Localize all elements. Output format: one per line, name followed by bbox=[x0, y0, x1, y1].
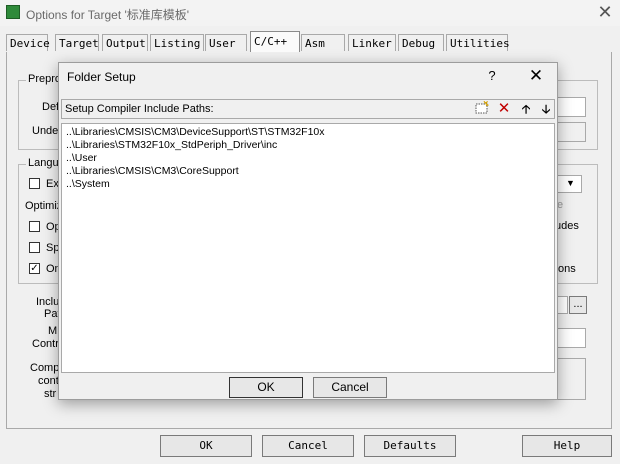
include-label-1: Inclu bbox=[36, 296, 60, 308]
right-partial-2: udes bbox=[555, 220, 579, 232]
tab-target[interactable]: Target bbox=[55, 34, 99, 51]
new-folder-icon[interactable] bbox=[472, 100, 492, 117]
dialog-cancel-button[interactable]: Cancel bbox=[313, 377, 387, 398]
tab-linker[interactable]: Linker bbox=[348, 34, 396, 51]
chevron-down-icon[interactable]: ▼ bbox=[566, 178, 575, 188]
define-field[interactable] bbox=[556, 97, 586, 117]
exec-label: Ex bbox=[46, 178, 59, 190]
folder-setup-dialog: Folder Setup ? ✕ Setup Compiler Include … bbox=[58, 62, 558, 400]
move-down-icon[interactable]: 🡣 bbox=[536, 101, 556, 117]
compiler-label-3: str bbox=[44, 388, 57, 400]
misc-controls-field[interactable] bbox=[556, 328, 586, 348]
opt1-checkbox[interactable] bbox=[29, 221, 40, 232]
help-button[interactable]: Help bbox=[522, 435, 612, 457]
exec-checkbox[interactable] bbox=[29, 178, 40, 189]
misc-label-1: M bbox=[48, 325, 58, 337]
undefine-label: Undef bbox=[32, 125, 62, 137]
include-paths-list[interactable]: ..\Libraries\CMSIS\CM3\DeviceSupport\ST\… bbox=[61, 123, 555, 373]
dialog-close-button[interactable]: ✕ bbox=[525, 66, 547, 86]
language-label: Langu bbox=[26, 157, 61, 169]
list-item[interactable]: ..\Libraries\CMSIS\CM3\CoreSupport bbox=[66, 165, 239, 177]
app-icon bbox=[6, 5, 20, 19]
tab-device[interactable]: Device bbox=[6, 34, 50, 51]
tab-asm[interactable]: Asm bbox=[301, 34, 345, 51]
compiler-label-1: Comp bbox=[30, 362, 60, 374]
list-item[interactable]: ..\System bbox=[66, 178, 110, 190]
include-paths-header: Setup Compiler Include Paths: ✕ 🡡 🡣 bbox=[61, 99, 555, 119]
define-label: Def bbox=[42, 101, 60, 113]
tab-cc[interactable]: C/C++ bbox=[250, 31, 300, 52]
include-browse-button[interactable]: ... bbox=[569, 296, 587, 314]
opt2-checkbox[interactable] bbox=[29, 242, 40, 253]
opt3-checkbox[interactable]: ✓ bbox=[29, 263, 40, 274]
include-paths-label: Setup Compiler Include Paths: bbox=[65, 103, 214, 115]
optimize-label: Optimiz bbox=[25, 200, 63, 212]
list-item[interactable]: ..\User bbox=[66, 152, 97, 164]
list-item[interactable]: ..\Libraries\STM32F10x_StdPeriph_Driver\… bbox=[66, 139, 277, 151]
dialog-title: Folder Setup bbox=[67, 70, 136, 84]
window-close-button[interactable]: ✕ bbox=[594, 2, 616, 22]
ok-button[interactable]: OK bbox=[160, 435, 252, 457]
tab-listing[interactable]: Listing bbox=[150, 34, 204, 51]
dialog-ok-button[interactable]: OK bbox=[229, 377, 303, 398]
tab-user[interactable]: User bbox=[205, 34, 247, 51]
compiler-label-2: cont bbox=[38, 375, 59, 387]
list-item[interactable]: ..\Libraries\CMSIS\CM3\DeviceSupport\ST\… bbox=[66, 126, 325, 138]
window-title: Options for Target '标准库模板' bbox=[26, 8, 190, 22]
defaults-button[interactable]: Defaults bbox=[364, 435, 456, 457]
tab-utilities[interactable]: Utilities bbox=[446, 34, 510, 51]
undefine-field[interactable] bbox=[556, 122, 586, 142]
compiler-control-string bbox=[556, 358, 586, 400]
right-partial-3: ons bbox=[558, 263, 576, 275]
move-up-icon[interactable]: 🡡 bbox=[516, 101, 536, 117]
cancel-button[interactable]: Cancel bbox=[262, 435, 354, 457]
delete-icon[interactable]: ✕ bbox=[494, 101, 514, 117]
misc-label-2: Contr bbox=[32, 338, 59, 350]
tab-output[interactable]: Output bbox=[102, 34, 148, 51]
tab-debug[interactable]: Debug bbox=[398, 34, 444, 51]
dialog-help-button[interactable]: ? bbox=[483, 67, 501, 85]
